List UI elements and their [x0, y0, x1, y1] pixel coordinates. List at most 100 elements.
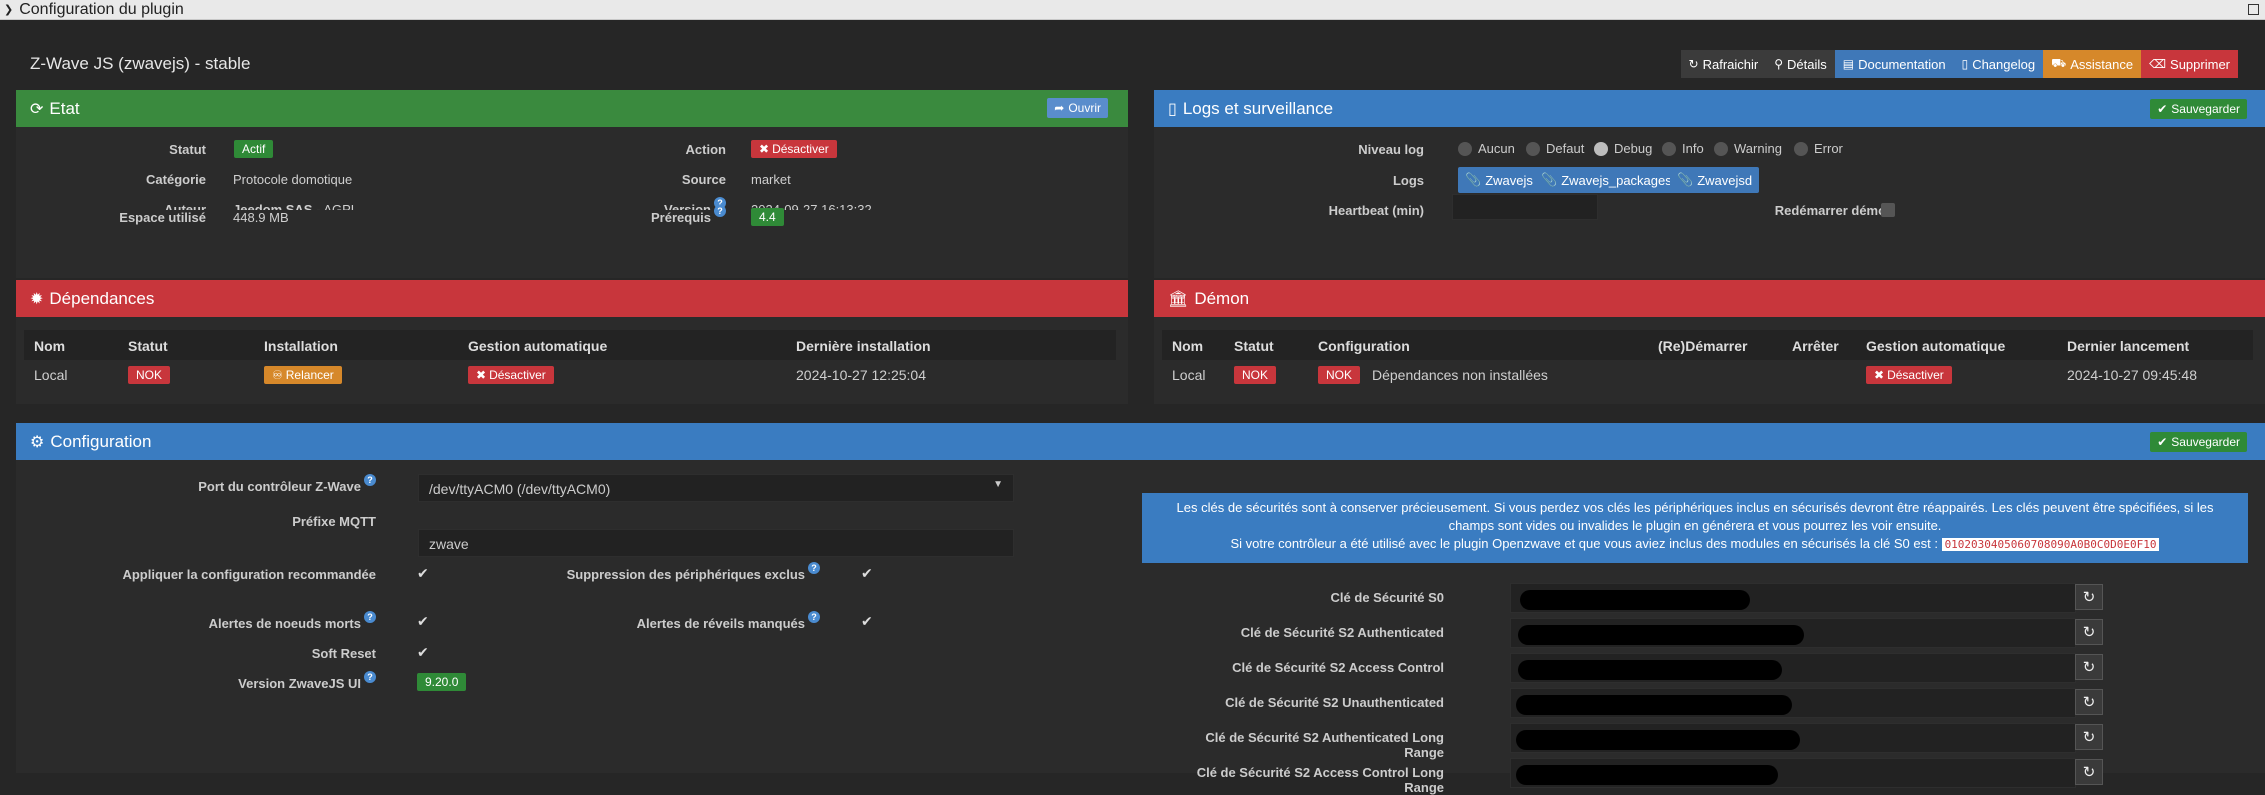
bicycle-icon: ♾: [272, 368, 283, 382]
zwavejs-ui-version-label: Version ZwaveJS UI?: [100, 671, 376, 691]
security-key-label: Clé de Sécurité S2 Access Control Long R…: [1196, 765, 1444, 795]
help-icon[interactable]: ?: [364, 611, 376, 623]
relancer-label: Relancer: [285, 368, 334, 382]
mqtt-input[interactable]: zwave: [418, 529, 1014, 557]
documentation-button[interactable]: ▤ Documentation: [1834, 50, 1954, 78]
radio-warning[interactable]: Warning: [1714, 141, 1782, 156]
regenerate-key-button[interactable]: ↻: [2075, 619, 2103, 645]
demon-panel: 🏛 Démon Nom Statut Configuration (Re)Dém…: [1154, 280, 2265, 404]
log-zwavejsd-button[interactable]: 📎 Zwavejsd: [1670, 167, 1760, 193]
radio-dot: [1526, 141, 1540, 156]
dead-nodes-checkbox[interactable]: ✔: [417, 613, 429, 630]
restart-daemon-checkbox[interactable]: [1881, 203, 1895, 217]
apply-config-checkbox[interactable]: ✔: [417, 565, 429, 582]
security-key-label: Clé de Sécurité S0: [1330, 590, 1444, 605]
col-configuration: Configuration: [1318, 338, 1410, 354]
suppression-label: Suppression des périphériques exclus?: [560, 562, 820, 582]
collapse-chevron-icon[interactable]: ❯: [4, 3, 13, 16]
col-nom: Nom: [34, 338, 66, 354]
configuration-header: ⚙ Configuration ✔ Sauvegarder: [16, 423, 2265, 460]
radio-aucun[interactable]: Aucun: [1458, 141, 1515, 156]
help-icon[interactable]: ?: [808, 562, 820, 574]
security-key-label: Clé de Sécurité S2 Authenticated Long Ra…: [1205, 730, 1444, 760]
config-save-button[interactable]: ✔ Sauvegarder: [2150, 432, 2247, 452]
details-button[interactable]: ⚲ Détails: [1766, 50, 1835, 78]
log-zwavejs-packages-button[interactable]: 📎 Zwavejs_packages: [1534, 167, 1679, 193]
soft-reset-checkbox[interactable]: ✔: [417, 644, 429, 661]
col-statut: Statut: [128, 338, 168, 354]
help-icon[interactable]: ?: [714, 205, 726, 217]
col-gestion: Gestion automatique: [468, 338, 608, 354]
radio-info[interactable]: Info: [1662, 141, 1704, 156]
suppression-checkbox[interactable]: ✔: [861, 565, 873, 582]
demon-title: Démon: [1194, 288, 1250, 308]
refresh-label: Rafraichir: [1702, 56, 1759, 72]
heartbeat-input[interactable]: [1452, 194, 1598, 220]
dep-derniere: 2024-10-27 12:25:04: [796, 367, 926, 383]
missed-wakeup-label: Alertes de réveils manqués?: [560, 611, 820, 631]
log-zwavejs-button[interactable]: 📎 Zwavejs: [1458, 167, 1540, 193]
espace-value: 448.9 MB: [233, 210, 289, 225]
prerequis-label-text: Prérequis: [651, 210, 711, 225]
col-gestion: Gestion automatique: [1866, 338, 2006, 354]
regenerate-key-button[interactable]: ↻: [2075, 584, 2103, 610]
radio-label: Defaut: [1546, 141, 1585, 156]
logs-title: Logs et surveillance: [1182, 98, 1334, 118]
regenerate-key-button[interactable]: ↻: [2075, 724, 2103, 750]
radio-label: Info: [1682, 141, 1704, 156]
demon-gestion-deactivate-button[interactable]: ✖ Désactiver: [1866, 366, 1952, 384]
chevron-down-icon: ▼: [993, 479, 1003, 490]
maximize-icon[interactable]: [2248, 4, 2259, 15]
trash-icon: ⌫: [2149, 57, 2167, 71]
delete-button[interactable]: ⌫ Supprimer: [2141, 50, 2238, 78]
zwavejs-ui-version-badge: 9.20.0: [417, 673, 467, 691]
help-icon[interactable]: ?: [364, 671, 376, 683]
gears-icon: ⚙: [30, 433, 45, 451]
port-select[interactable]: /dev/ttyACM0 (/dev/ttyACM0) ▼: [418, 474, 1014, 502]
regenerate-key-button[interactable]: ↻: [2075, 689, 2103, 715]
radio-dot: [1714, 141, 1728, 156]
open-label: Ouvrir: [1068, 101, 1101, 115]
port-select-value: /dev/ttyACM0 (/dev/ttyACM0): [429, 481, 611, 497]
dep-gestion-label: Désactiver: [489, 368, 546, 382]
refresh-button[interactable]: ↻ Rafraichir: [1680, 50, 1767, 78]
regenerate-key-button[interactable]: ↻: [2075, 654, 2103, 680]
bank-icon: 🏛: [1168, 290, 1189, 308]
refresh-icon: ↻: [2082, 729, 2096, 746]
config-save-label: Sauvegarder: [2171, 435, 2240, 449]
etat-deactivate-button[interactable]: ✖ Désactiver: [751, 140, 837, 158]
table-row: Local NOK ♾ Relancer ✖ Désactiver 2024-10-…: [24, 360, 1116, 390]
categorie-label: Catégorie: [146, 172, 206, 187]
etat-panel-extra: Espace utilisé 448.9 MB Prérequis? 4.4: [16, 205, 1128, 278]
restart-daemon-label: Redémarrer démon: [1774, 203, 1894, 218]
statut-badge: Actif: [234, 140, 274, 158]
relancer-button[interactable]: ♾ Relancer: [264, 366, 342, 384]
logs-save-button[interactable]: ✔ Sauvegarder: [2150, 99, 2247, 119]
missed-wakeup-label-text: Alertes de réveils manqués: [636, 616, 805, 631]
changelog-button[interactable]: ▯ Changelog: [1953, 50, 2044, 78]
port-label-text: Port du contrôleur Z-Wave: [198, 479, 361, 494]
security-keys-info-box: Les clés de sécurités sont à conserver p…: [1142, 493, 2248, 563]
radio-dot: [1794, 141, 1808, 156]
open-button[interactable]: ➦ Ouvrir: [1047, 98, 1108, 118]
regenerate-key-button[interactable]: ↻: [2075, 759, 2103, 785]
radio-dot-selected: [1594, 141, 1608, 156]
security-key-label: Clé de Sécurité S2 Authenticated: [1240, 625, 1444, 640]
dead-nodes-label-text: Alertes de noeuds morts: [208, 616, 361, 631]
radio-dot: [1662, 141, 1676, 156]
help-icon[interactable]: ?: [364, 474, 376, 486]
radio-defaut[interactable]: Defaut: [1526, 141, 1584, 156]
paperclip-icon: 📎: [1541, 172, 1558, 187]
help-icon[interactable]: ?: [808, 611, 820, 623]
radio-error[interactable]: Error: [1794, 141, 1843, 156]
close-icon: ✖: [476, 368, 487, 382]
toolbar: ↻ Rafraichir ⚲ Détails ▤ Documentation ▯…: [1680, 50, 2238, 78]
missed-wakeup-checkbox[interactable]: ✔: [861, 613, 873, 630]
dep-gestion-deactivate-button[interactable]: ✖ Désactiver: [468, 366, 554, 384]
assistance-button[interactable]: ⛟ Assistance: [2043, 50, 2142, 78]
security-key-label: Clé de Sécurité S2 Access Control: [1232, 660, 1444, 675]
refresh-icon: ↻: [1688, 57, 1699, 71]
radio-debug[interactable]: Debug: [1594, 141, 1652, 156]
niveau-log-label: Niveau log: [1358, 142, 1424, 157]
close-icon: ✖: [1874, 368, 1885, 382]
